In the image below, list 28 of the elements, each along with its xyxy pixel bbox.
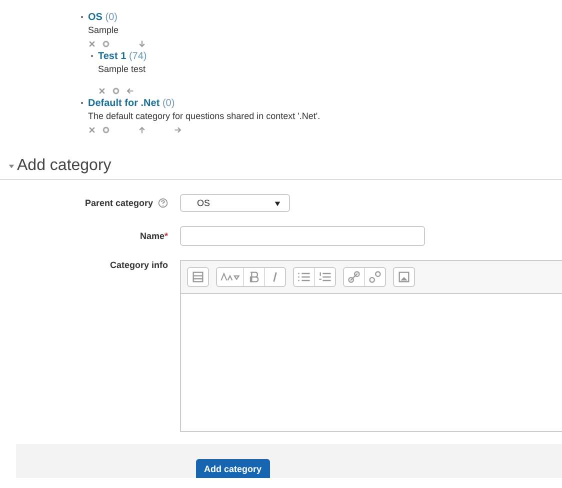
section-heading: Add category: [17, 157, 112, 175]
down-arrow-icon[interactable]: [138, 40, 146, 48]
field-label: Parent category: [84, 198, 153, 208]
category-description: Sample: [88, 25, 120, 35]
parent-category-select[interactable]: OS: [180, 194, 290, 212]
category-link[interactable]: Test 1 (74): [98, 51, 147, 62]
category-description: The default category for questions shared in context '.Net'.: [88, 111, 322, 121]
caret-icon[interactable]: [274, 200, 281, 206]
name-field[interactable]: [180, 226, 425, 246]
right-arrow-icon[interactable]: [174, 126, 182, 134]
category-description: Sample test: [98, 64, 147, 74]
field-label: Name: [140, 231, 164, 241]
up-arrow-icon[interactable]: [138, 126, 146, 134]
collapse-caret-icon[interactable]: [8, 162, 15, 170]
gear-icon[interactable]: [112, 87, 120, 95]
category-link[interactable]: Default for .Net (0): [88, 98, 175, 109]
field-label: Category info: [110, 260, 168, 270]
gear-icon[interactable]: [102, 40, 110, 48]
editor-field[interactable]: [180, 260, 562, 432]
left-arrow-icon[interactable]: [126, 87, 134, 95]
gear-icon[interactable]: [102, 126, 110, 134]
required-mark: *: [164, 231, 168, 241]
delete-icon[interactable]: [88, 126, 96, 134]
help-icon[interactable]: [158, 198, 168, 208]
delete-icon[interactable]: [98, 87, 106, 95]
delete-icon[interactable]: [88, 40, 96, 48]
add-category-button[interactable]: Add category: [196, 459, 270, 478]
category-link[interactable]: OS (0): [88, 12, 118, 23]
